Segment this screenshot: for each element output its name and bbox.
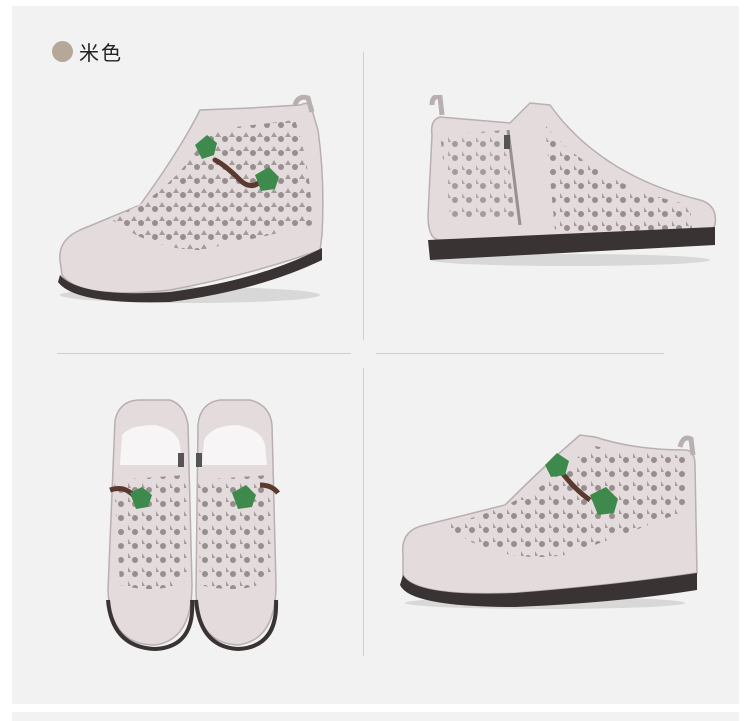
shoe-photo-front-pair xyxy=(106,399,280,652)
divider-vertical-bottom xyxy=(363,368,364,656)
divider-horizontal-left xyxy=(57,353,351,354)
divider-horizontal-right xyxy=(376,353,664,354)
color-label: 米色 xyxy=(79,40,123,65)
divider-vertical-top xyxy=(363,52,364,340)
shoe-photo-right-view xyxy=(400,434,698,609)
shoe-photo-left-view xyxy=(58,94,324,303)
bottom-strip xyxy=(12,712,739,721)
color-swatch xyxy=(52,40,73,62)
shoe-photo-zip-view xyxy=(427,95,717,266)
color-option: 米色 xyxy=(52,36,123,66)
